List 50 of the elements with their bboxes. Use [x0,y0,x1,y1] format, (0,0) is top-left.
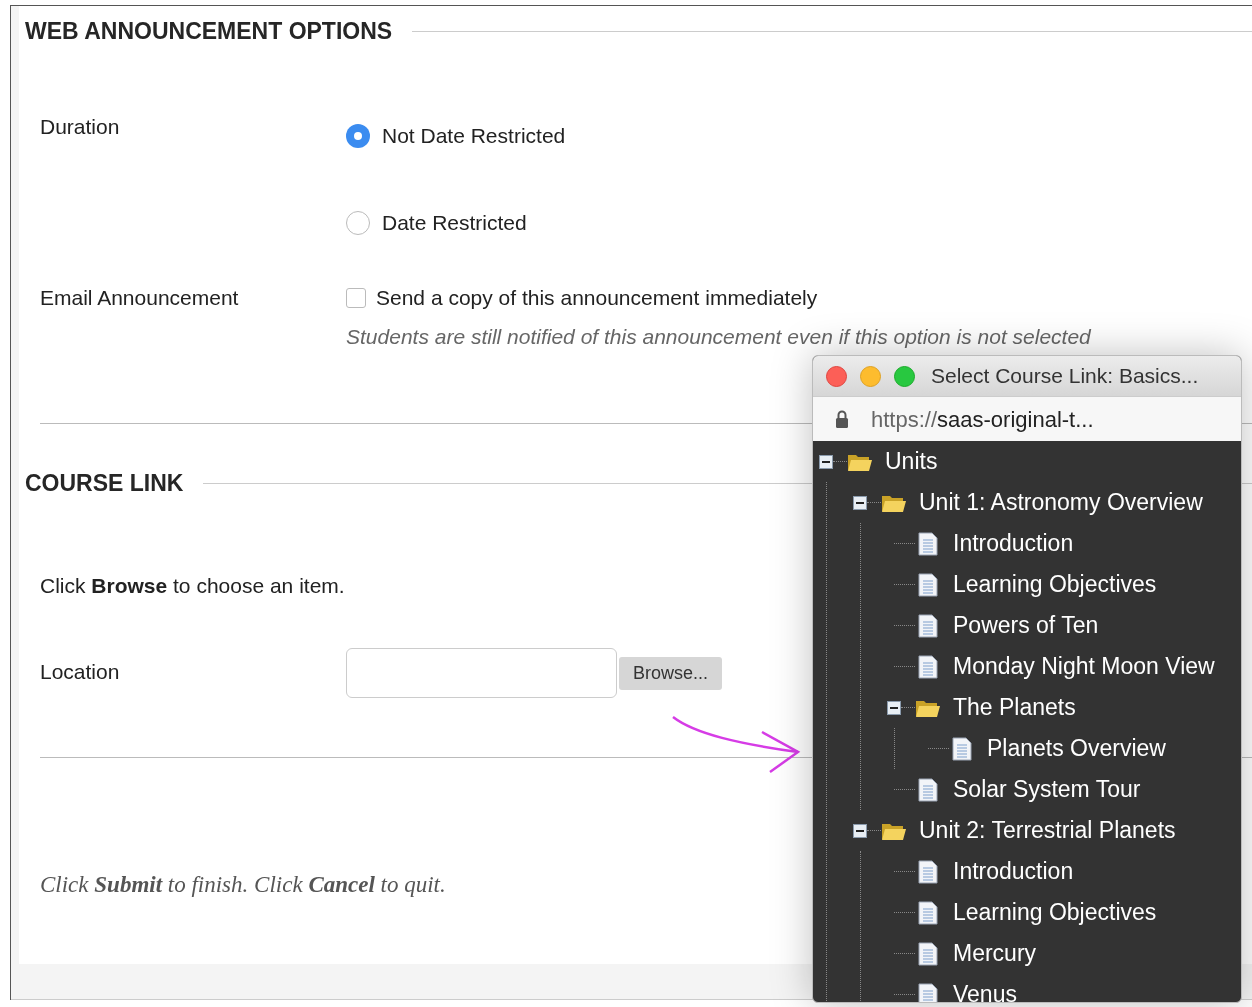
tree-item[interactable]: Introduction [953,526,1074,561]
tree-item[interactable]: Introduction [953,854,1074,889]
tree-item[interactable]: Learning Objectives [953,895,1157,930]
section-heading: COURSE LINK [25,469,184,499]
tree-item[interactable]: Unit 2: Terrestrial Planets [919,813,1176,848]
hint-text: Students are still notified of this announcement even if this option is not selected [346,324,1092,350]
window-title: Select Course Link: Basics... [931,363,1199,390]
minimize-window-button[interactable] [860,365,881,387]
document-icon [952,736,972,761]
tree-item[interactable]: Mercury [953,936,1037,971]
radio-label: Date Restricted [382,210,527,237]
document-icon [918,613,938,638]
document-icon [918,531,938,556]
close-window-button[interactable] [826,365,847,387]
radio-button[interactable] [346,124,370,148]
radio-button[interactable] [346,211,370,235]
tree-item[interactable]: Solar System Tour [953,772,1141,807]
zoom-window-button[interactable] [894,365,915,387]
document-icon [918,900,938,925]
footer-note: Click Submit to finish. Click Cancel to quit. [40,871,446,899]
checkbox[interactable] [346,288,366,308]
checkbox-label: Send a copy of this announcement immediately [376,285,818,312]
collapse-icon[interactable] [819,454,833,469]
tree-item[interactable]: Powers of Ten [953,608,1099,643]
document-icon [918,941,938,966]
url-text: https://saas-original-t... [871,405,1094,434]
lock-icon [835,410,849,428]
document-icon [918,572,938,597]
document-icon [918,982,938,1002]
document-icon [918,777,938,802]
browse-button[interactable]: Browse... [619,657,723,690]
collapse-icon[interactable] [887,700,901,715]
tree-item[interactable]: Unit 1: Astronomy Overview [919,485,1203,520]
tree-item[interactable]: The Planets [953,690,1076,725]
instruction-text: Click Browse to choose an item. [40,572,345,599]
collapse-icon[interactable] [853,823,867,838]
tree-item[interactable]: Units [885,444,938,479]
field-label: Duration [40,114,121,140]
tree-item[interactable]: Monday Night Moon View [953,649,1215,684]
document-icon [918,859,938,884]
location-field[interactable] [346,648,617,698]
tree-item[interactable]: Planets Overview [987,731,1166,766]
field-label: Location [40,659,121,685]
document-icon [918,654,938,679]
tree-item[interactable]: Venus [953,977,1017,1002]
field-label: Email Announcement [40,285,240,311]
tree-item[interactable]: Learning Objectives [953,567,1157,602]
collapse-icon[interactable] [853,495,867,510]
radio-label: Not Date Restricted [382,123,566,150]
section-heading: WEB ANNOUNCEMENT OPTIONS [25,16,393,46]
